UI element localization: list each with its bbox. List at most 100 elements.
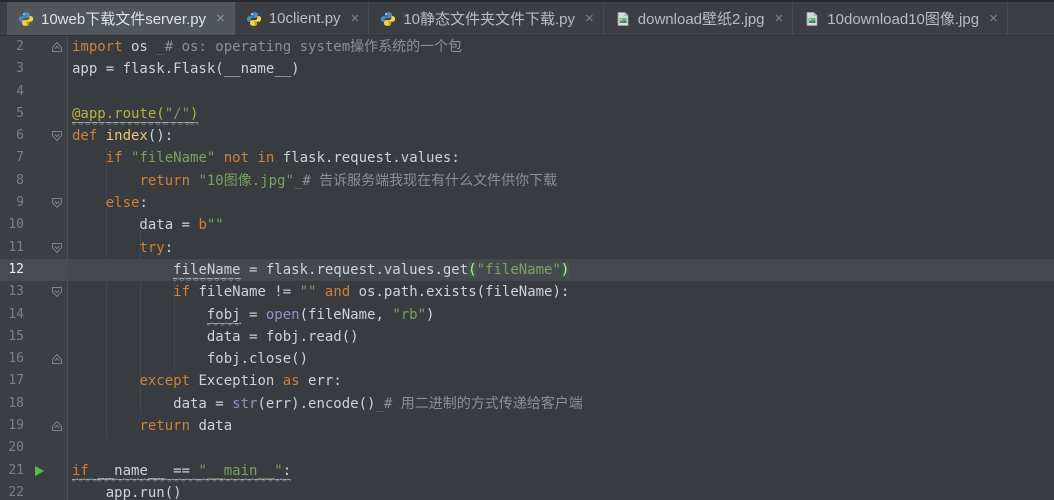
editor-tab[interactable]: 10静态文件夹文件下载.py× [369,2,603,35]
code-row: 12 fileName = flask.request.values.get("… [0,259,1054,281]
code-token: data = [72,396,232,412]
code-row: 22 app.run() [0,482,1054,500]
code-token: # 告诉服务端我现在有什么文件供你下载 [302,173,557,189]
code-token: data [198,418,232,434]
code-line[interactable]: @app.route("/") [68,103,1054,125]
gutter: 3 [0,58,68,80]
code-token [72,307,207,323]
close-icon[interactable]: × [351,11,360,26]
line-number: 14 [0,304,24,326]
fold-collapse-icon[interactable] [50,129,64,143]
line-number: 13 [0,281,24,303]
code-token: # os: operating system操作系统的一个包 [165,39,462,55]
code-line[interactable]: fileName = flask.request.values.get("fil… [68,259,1054,281]
code-line[interactable]: data = fobj.read() [68,326,1054,348]
code-token: return [139,173,198,189]
editor-tab[interactable]: 10download10图像.jpg × [793,2,1008,35]
editor-tab[interactable]: download壁纸2.jpg × [604,2,794,35]
code-token: if [106,150,131,166]
code-row: 6 def index(): [0,125,1054,147]
code-line[interactable]: if __name__ == "__main__": [68,460,1054,482]
run-button[interactable] [32,464,46,478]
close-icon[interactable]: × [585,11,594,26]
code-line[interactable]: import os _# os: operating system操作系统的一个… [68,36,1054,58]
code-line[interactable]: def index(): [68,125,1054,147]
gutter: 6 [0,125,68,147]
tab-label: download壁纸2.jpg [638,8,765,29]
code-row: 21if __name__ == "__main__": [0,460,1054,482]
code-editor[interactable]: 2import os _# os: operating system操作系统的一… [0,36,1054,500]
code-token: "__main__" [198,463,282,480]
code-line[interactable]: if "fileName" not in flask.request.value… [68,147,1054,169]
editor-tab[interactable]: 10client.py× [235,2,369,35]
code-line[interactable]: except Exception as err: [68,370,1054,392]
code-line[interactable] [68,437,1054,459]
code-token: (): [148,128,173,144]
code-token: b [198,217,206,233]
code-line[interactable]: if fileName != "" and os.path.exists(fil… [68,281,1054,303]
gutter: 12 [0,259,68,281]
tab-label: 10download10图像.jpg [827,8,979,29]
close-icon[interactable]: × [989,11,998,26]
code-row: 13 if fileName != "" and os.path.exists(… [0,281,1054,303]
code-token: "10图像.jpg" [198,173,293,189]
gutter: 20 [0,437,68,459]
code-line[interactable]: try: [68,237,1054,259]
fold-region-end-icon[interactable] [50,40,64,54]
code-token: flask.request.values: [274,150,459,166]
code-row: 19 return data [0,415,1054,437]
gutter: 10 [0,214,68,236]
close-icon[interactable]: × [216,11,225,26]
code-token: if [173,284,198,300]
code-token: "" [207,217,224,233]
code-row: 17 except Exception as err: [0,370,1054,392]
code-line[interactable]: data = str(err).encode()_# 用二进制的方式传递给客户端 [68,393,1054,415]
gutter: 17 [0,370,68,392]
editor-tab[interactable]: 10web下载文件server.py× [7,2,235,35]
line-number: 18 [0,393,24,415]
code-line[interactable]: app.run() [68,482,1054,500]
code-row: 20 [0,437,1054,459]
code-token: _ [148,39,165,55]
fold-collapse-icon[interactable] [50,196,64,210]
python-file-icon [246,11,262,27]
fold-region-end-icon[interactable] [50,419,64,433]
code-row: 4 [0,81,1054,103]
code-token: as [283,373,308,389]
code-token: ) [426,307,434,323]
line-number: 6 [0,125,24,147]
code-token: = flask.request.values.get [241,262,469,278]
code-token [72,240,139,256]
line-number: 20 [0,437,24,459]
code-line[interactable]: return data [68,415,1054,437]
code-token: : [283,463,291,480]
code-line[interactable]: fobj = open(fileName, "rb") [68,304,1054,326]
gutter: 21 [0,460,68,482]
image-file-icon [804,11,820,27]
code-token [72,284,173,300]
close-icon[interactable]: × [775,11,784,26]
code-token: except [139,373,198,389]
fold-region-end-icon[interactable] [50,352,64,366]
code-line[interactable]: data = b"" [68,214,1054,236]
code-row: 14 fobj = open(fileName, "rb") [0,304,1054,326]
fold-collapse-icon[interactable] [50,241,64,255]
code-token: if [72,463,97,480]
code-token: (fileName, [300,307,393,323]
code-token [72,173,139,189]
code-token: index [106,128,148,144]
code-row: 8 return "10图像.jpg"_# 告诉服务端我现在有什么文件供你下载 [0,170,1054,192]
code-row: 9 else: [0,192,1054,214]
code-line[interactable]: app = flask.Flask(__name__) [68,58,1054,80]
code-token: ) [190,106,198,123]
code-token: os [123,39,148,55]
code-line[interactable]: fobj.close() [68,348,1054,370]
gutter: 22 [0,482,68,500]
code-line[interactable]: else: [68,192,1054,214]
code-token: import [72,39,123,55]
code-line[interactable]: return "10图像.jpg"_# 告诉服务端我现在有什么文件供你下载 [68,170,1054,192]
code-line[interactable] [68,81,1054,103]
code-token: data = [72,217,198,233]
line-number: 19 [0,415,24,437]
fold-collapse-icon[interactable] [50,285,64,299]
